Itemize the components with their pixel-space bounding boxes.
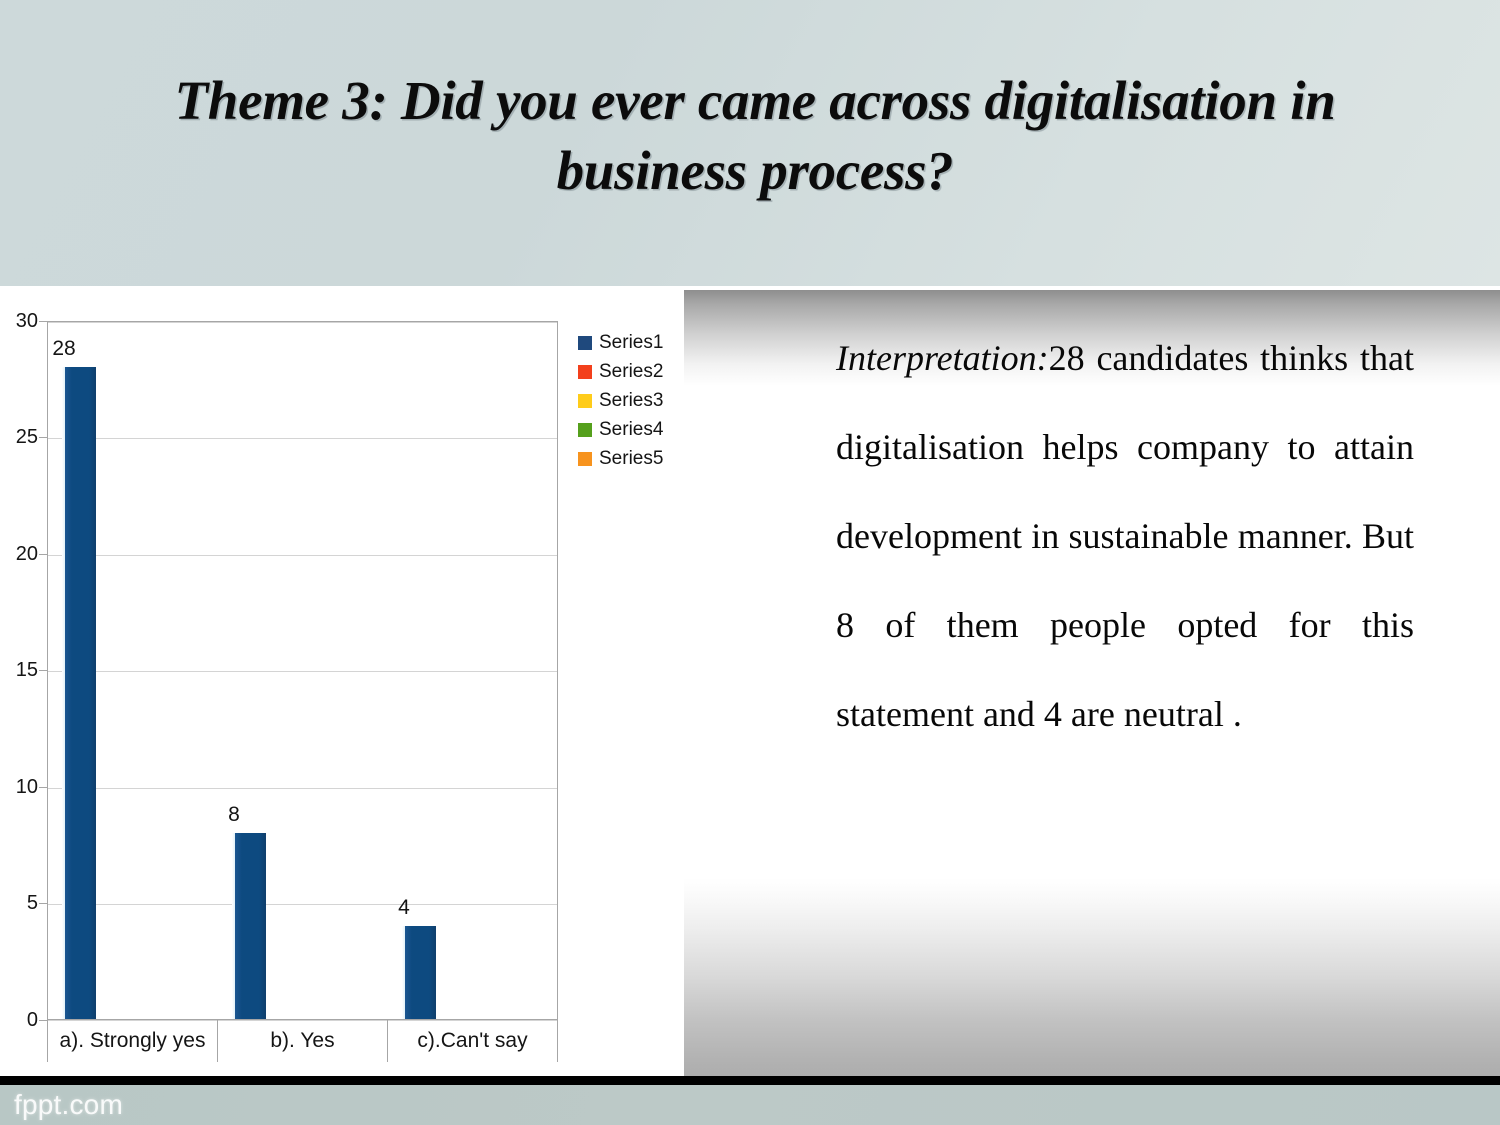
data-label-yes: 8 — [228, 803, 240, 826]
x-axis-label-yes: b). Yes — [218, 1020, 388, 1062]
legend-swatch-icon-series4 — [578, 422, 592, 437]
y-tick-mark-30 — [39, 321, 47, 322]
legend-swatch-icon-series5 — [578, 451, 592, 466]
bar-cant-say[interactable] — [405, 926, 436, 1019]
chart-plot-frame — [47, 321, 558, 1021]
gridline-25 — [48, 438, 557, 439]
legend-item-series4[interactable]: Series4 — [578, 415, 678, 444]
chart-legend: Series1 Series2 Series3 Series4 Series5 — [578, 328, 678, 473]
interpretation-tail: statement and 4 are neutral . — [836, 694, 1242, 734]
interpretation-body: 28 candidates thinks that digitalisation… — [836, 338, 1414, 645]
y-tick-mark-10 — [39, 787, 47, 788]
y-tick-mark-20 — [39, 554, 47, 555]
data-label-cant-say: 4 — [398, 896, 410, 919]
legend-item-series2[interactable]: Series2 — [578, 357, 678, 386]
y-tick-mark-25 — [39, 437, 47, 438]
y-tick-label-15: 15 — [15, 659, 38, 681]
y-tick-label-0: 0 — [26, 1009, 38, 1031]
legend-item-series5[interactable]: Series5 — [578, 444, 678, 473]
footer-band — [0, 1085, 1500, 1125]
y-tick-label-25: 25 — [15, 426, 38, 448]
gridline-30 — [48, 322, 557, 323]
data-label-strongly-yes: 28 — [52, 337, 76, 360]
legend-label-series1: Series1 — [599, 331, 664, 353]
legend-swatch-icon-series3 — [578, 393, 592, 408]
y-tick-mark-15 — [39, 670, 47, 671]
y-tick-label-10: 10 — [15, 776, 38, 798]
footer-watermark: fppt.com — [14, 1089, 123, 1120]
y-tick-label-20: 20 — [15, 543, 38, 565]
legend-label-series2: Series2 — [599, 360, 664, 382]
y-tick-mark-5 — [39, 903, 47, 904]
gridline-10 — [48, 788, 557, 789]
legend-swatch-icon-series1 — [578, 335, 592, 350]
gridline-5 — [48, 904, 557, 905]
interpretation-text: Interpretation:28 candidates thinks that… — [836, 314, 1414, 759]
legend-item-series3[interactable]: Series3 — [578, 386, 678, 415]
interpretation-lead: Interpretation: — [836, 338, 1049, 378]
bar-yes[interactable] — [235, 833, 266, 1019]
bar-strongly-yes[interactable] — [65, 367, 96, 1019]
y-tick-label-30: 30 — [15, 310, 38, 332]
y-tick-label-5: 5 — [26, 892, 38, 914]
x-axis-label-strongly-yes: a). Strongly yes — [47, 1020, 218, 1062]
x-axis-label-cant-say: c).Can't say — [388, 1020, 558, 1062]
legend-label-series4: Series4 — [599, 418, 664, 440]
interpretation-panel: Interpretation:28 candidates thinks that… — [684, 290, 1500, 1076]
legend-swatch-icon-series2 — [578, 364, 592, 379]
footer-divider — [0, 1076, 1500, 1085]
legend-label-series3: Series3 — [599, 389, 664, 411]
y-tick-mark-0 — [39, 1020, 47, 1021]
legend-item-series1[interactable]: Series1 — [578, 328, 678, 357]
gridline-20 — [48, 555, 557, 556]
slide: Theme 3: Did you ever came across digita… — [0, 0, 1500, 1125]
page-title: Theme 3: Did you ever came across digita… — [174, 70, 1336, 201]
gridline-15 — [48, 671, 557, 672]
legend-label-series5: Series5 — [599, 447, 664, 469]
